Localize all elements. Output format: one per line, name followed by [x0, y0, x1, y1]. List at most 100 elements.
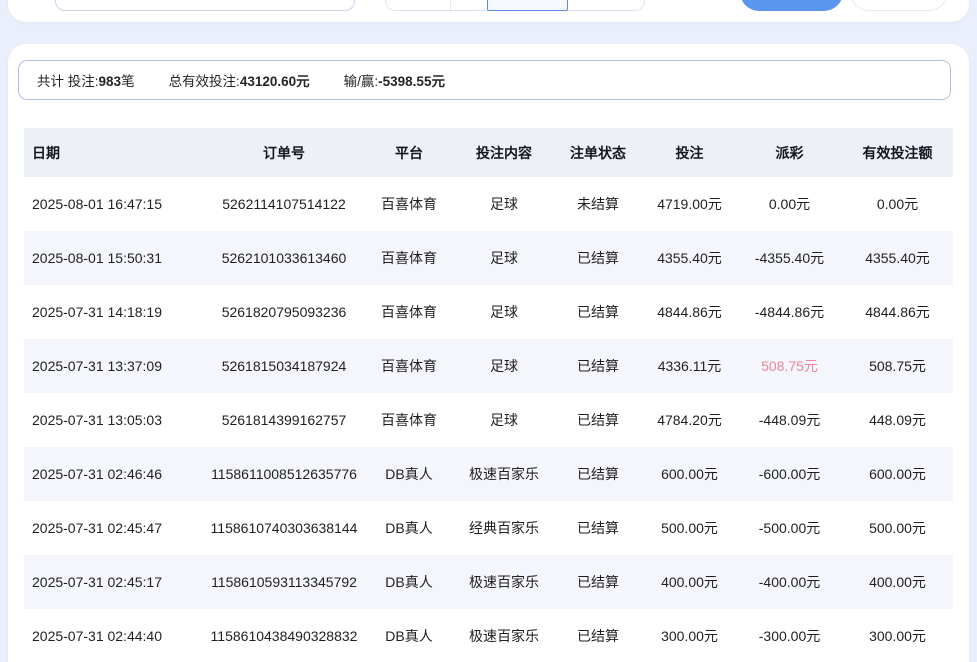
cell-date: 2025-07-31 02:45:47 [24, 520, 204, 536]
segment-option-3-selected[interactable] [487, 0, 568, 11]
summary-total-label: 共计 [37, 74, 64, 89]
search-button[interactable] [740, 0, 843, 11]
table-row: 2025-07-31 02:46:46 1158611008512635776 … [24, 447, 953, 501]
cell-order-number: 1158610593113345792 [204, 574, 364, 590]
cell-order-number: 5262114107514122 [204, 196, 364, 212]
col-header-date: 日期 [24, 143, 204, 163]
summary-winloss-label: 输/赢: [344, 74, 379, 89]
cell-bet-amount: 4355.40元 [642, 248, 737, 268]
cell-valid-amount: 500.00元 [842, 518, 953, 538]
cell-status: 已结算 [554, 248, 642, 268]
cell-status: 已结算 [554, 410, 642, 430]
table-row: 2025-07-31 13:05:03 5261814399162757 百喜体… [24, 393, 953, 447]
cell-status: 已结算 [554, 518, 642, 538]
cell-date: 2025-08-01 15:50:31 [24, 250, 204, 266]
reset-button[interactable] [850, 0, 948, 11]
cell-platform: 百喜体育 [364, 248, 454, 268]
search-input[interactable] [55, 0, 355, 11]
cell-valid-amount: 4844.86元 [842, 302, 953, 322]
segment-option-1[interactable] [386, 0, 451, 10]
table-header-row: 日期 订单号 平台 投注内容 注单状态 投注 派彩 有效投注额 [24, 128, 953, 177]
cell-bet-content: 极速百家乐 [454, 464, 554, 484]
cell-order-number: 1158610438490328832 [204, 628, 364, 644]
col-header-bet: 投注 [642, 143, 737, 163]
cell-platform: DB真人 [364, 572, 454, 592]
summary-valid-value: 43120.60元 [240, 74, 310, 89]
table-row: 2025-07-31 02:45:47 1158610740303638144 … [24, 501, 953, 555]
segment-option-4[interactable] [568, 0, 644, 10]
cell-payout: -4844.86元 [737, 302, 842, 322]
cell-status: 已结算 [554, 302, 642, 322]
cell-platform: 百喜体育 [364, 194, 454, 214]
cell-valid-amount: 0.00元 [842, 194, 953, 214]
cell-bet-content: 足球 [454, 410, 554, 430]
cell-platform: DB真人 [364, 464, 454, 484]
bet-records-table: 日期 订单号 平台 投注内容 注单状态 投注 派彩 有效投注额 2025-08-… [8, 128, 969, 662]
cell-valid-amount: 300.00元 [842, 626, 953, 646]
summary-bets-label: 投注: [68, 74, 99, 89]
cell-platform: 百喜体育 [364, 410, 454, 430]
cell-bet-content: 足球 [454, 302, 554, 322]
cell-order-number: 1158611008512635776 [204, 466, 364, 482]
cell-platform: 百喜体育 [364, 356, 454, 376]
col-header-content: 投注内容 [454, 143, 554, 163]
cell-bet-amount: 4336.11元 [642, 356, 737, 376]
segment-option-2[interactable] [451, 0, 488, 10]
cell-payout: -300.00元 [737, 626, 842, 646]
cell-status: 未结算 [554, 194, 642, 214]
table-row: 2025-07-31 13:37:09 5261815034187924 百喜体… [24, 339, 953, 393]
cell-valid-amount: 600.00元 [842, 464, 953, 484]
cell-bet-content: 足球 [454, 194, 554, 214]
cell-platform: DB真人 [364, 518, 454, 538]
cell-valid-amount: 400.00元 [842, 572, 953, 592]
cell-date: 2025-07-31 02:44:40 [24, 628, 204, 644]
summary-winloss-value: -5398.55元 [378, 74, 445, 89]
cell-valid-amount: 448.09元 [842, 410, 953, 430]
cell-date: 2025-07-31 02:45:17 [24, 574, 204, 590]
cell-status: 已结算 [554, 626, 642, 646]
cell-bet-content: 足球 [454, 356, 554, 376]
col-header-platform: 平台 [364, 143, 454, 163]
col-header-payout: 派彩 [737, 143, 842, 163]
col-header-status: 注单状态 [554, 143, 642, 163]
table-row: 2025-07-31 02:45:17 1158610593113345792 … [24, 555, 953, 609]
cell-date: 2025-07-31 13:05:03 [24, 412, 204, 428]
cell-bet-content: 极速百家乐 [454, 572, 554, 592]
summary-bets-unit: 笔 [121, 74, 135, 89]
cell-payout: -600.00元 [737, 464, 842, 484]
cell-payout: -500.00元 [737, 518, 842, 538]
cell-order-number: 1158610740303638144 [204, 520, 364, 536]
cell-date: 2025-08-01 16:47:15 [24, 196, 204, 212]
summary-winloss: 输/赢:-5398.55元 [344, 70, 445, 90]
cell-payout: -4355.40元 [737, 248, 842, 268]
cell-bet-content: 足球 [454, 248, 554, 268]
cell-status: 已结算 [554, 572, 642, 592]
cell-order-number: 5262101033613460 [204, 250, 364, 266]
cell-bet-amount: 4844.86元 [642, 302, 737, 322]
cell-bet-amount: 4719.00元 [642, 194, 737, 214]
cell-date: 2025-07-31 14:18:19 [24, 304, 204, 320]
summary-bets-value: 983 [99, 74, 122, 89]
table-row: 2025-07-31 02:44:40 1158610438490328832 … [24, 609, 953, 662]
cell-platform: DB真人 [364, 626, 454, 646]
cell-valid-amount: 508.75元 [842, 356, 953, 376]
cell-bet-amount: 300.00元 [642, 626, 737, 646]
cell-payout: -400.00元 [737, 572, 842, 592]
cell-order-number: 5261814399162757 [204, 412, 364, 428]
cell-bet-amount: 400.00元 [642, 572, 737, 592]
table-body: 2025-08-01 16:47:15 5262114107514122 百喜体… [24, 177, 953, 662]
summary-valid-label: 总有效投注: [169, 74, 240, 89]
col-header-order: 订单号 [204, 143, 364, 163]
cell-bet-content: 经典百家乐 [454, 518, 554, 538]
cell-order-number: 5261815034187924 [204, 358, 364, 374]
cell-payout: 0.00元 [737, 194, 842, 214]
cell-payout: 508.75元 [737, 356, 842, 376]
date-range-segmented-control [385, 0, 645, 11]
records-card: 共计 投注:983笔 总有效投注:43120.60元 输/赢:-5398.55元… [8, 44, 969, 662]
cell-date: 2025-07-31 13:37:09 [24, 358, 204, 374]
cell-date: 2025-07-31 02:46:46 [24, 466, 204, 482]
summary-bar: 共计 投注:983笔 总有效投注:43120.60元 输/赢:-5398.55元 [18, 60, 951, 100]
cell-payout: -448.09元 [737, 410, 842, 430]
cell-platform: 百喜体育 [364, 302, 454, 322]
col-header-valid: 有效投注额 [842, 143, 953, 163]
